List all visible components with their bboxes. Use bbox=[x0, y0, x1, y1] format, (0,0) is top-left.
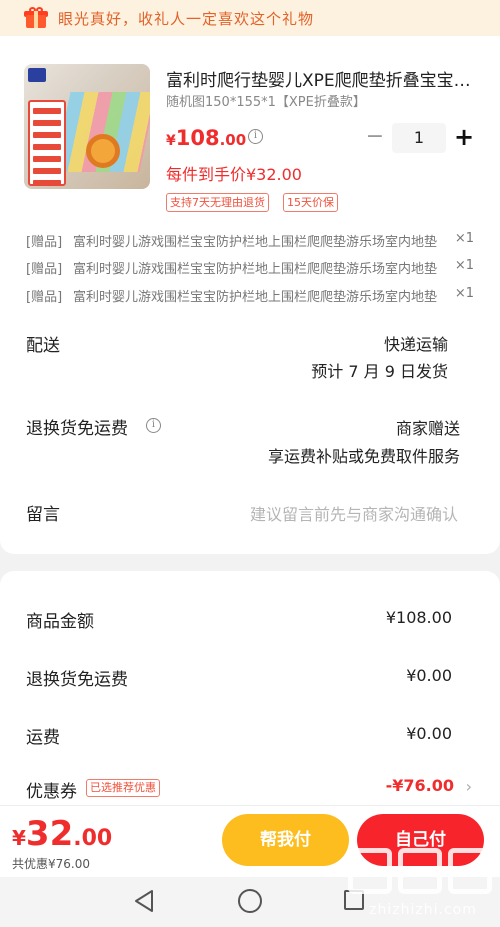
quantity-stepper: − 1 + bbox=[364, 123, 476, 153]
gift-count: ×1 bbox=[454, 286, 474, 301]
gift-item[interactable]: [赠品] 富利时婴儿游戏围栏宝宝防护栏地上围栏爬爬垫游乐场室内地垫 ×1 bbox=[26, 286, 478, 306]
price-info-icon[interactable]: i bbox=[248, 129, 263, 144]
goods-amount-value: ¥108.00 bbox=[385, 608, 452, 627]
delivery-method[interactable]: 快递运输 bbox=[384, 331, 448, 355]
gift-name: 富利时婴儿游戏围栏宝宝防护栏地上围栏爬爬垫游乐场室内地垫 bbox=[73, 262, 438, 277]
increase-button[interactable]: + bbox=[452, 123, 476, 153]
coupon-label: 优惠券 bbox=[26, 782, 77, 802]
gift-prefix: [赠品] bbox=[26, 262, 63, 277]
delivery-estimate: 预计 7 月 9 日发货 bbox=[311, 362, 448, 381]
gift-count: ×1 bbox=[454, 258, 474, 273]
return-policy-tag: 支持7天无理由退货 bbox=[166, 193, 269, 212]
return-shipping-value: 商家赠送 bbox=[395, 419, 460, 438]
gift-banner: 眼光真好，收礼人一定喜欢这个礼物 bbox=[0, 0, 500, 36]
per-item-final-price: 每件到手价¥32.00 bbox=[166, 165, 302, 184]
price-currency: ¥ bbox=[166, 133, 176, 149]
coupon-value[interactable]: -¥76.00 bbox=[386, 776, 454, 795]
price-decimal: .00 bbox=[219, 131, 247, 149]
total-integer: 32 bbox=[25, 814, 74, 854]
message-input[interactable]: 建议留言前先与商家沟通确认 bbox=[250, 501, 458, 525]
product-price: ¥108.00 bbox=[166, 126, 246, 150]
gift-name: 富利时婴儿游戏围栏宝宝防护栏地上围栏爬爬垫游乐场室内地垫 bbox=[73, 290, 438, 305]
product-title[interactable]: 富利时爬行垫婴儿XPE爬爬垫折叠宝宝家用拼接爬行垫 bbox=[166, 66, 472, 91]
help-me-pay-button[interactable]: 帮我付 bbox=[222, 814, 349, 866]
order-item-card: 富利时爬行垫婴儿XPE爬爬垫折叠宝宝家用拼接爬行垫 随机图150*155*1【X… bbox=[0, 36, 500, 554]
return-shipping-info-icon[interactable]: i bbox=[146, 418, 161, 433]
return-shipping-label: 退换货免运费 bbox=[26, 419, 128, 439]
gift-icon bbox=[24, 7, 48, 29]
gift-prefix: [赠品] bbox=[26, 290, 63, 305]
watermark-text: zhizhizhi.com bbox=[369, 902, 477, 918]
product-image[interactable] bbox=[24, 64, 150, 189]
chevron-right-icon[interactable]: › bbox=[466, 777, 472, 796]
gift-prefix: [赠品] bbox=[26, 235, 63, 250]
total-decimal: .00 bbox=[73, 826, 113, 851]
coupon-recommend-tag: 已选推荐优惠 bbox=[86, 779, 160, 797]
watermark-logo bbox=[348, 848, 498, 894]
banner-text: 眼光真好，收礼人一定喜欢这个礼物 bbox=[58, 9, 315, 28]
gift-item[interactable]: [赠品] 富利时婴儿游戏围栏宝宝防护栏地上围栏爬爬垫游乐场室内地垫 ×1 bbox=[26, 231, 478, 251]
gift-name: 富利时婴儿游戏围栏宝宝防护栏地上围栏爬爬垫游乐场室内地垫 bbox=[73, 235, 438, 250]
back-icon[interactable] bbox=[133, 889, 155, 913]
product-spec[interactable]: 随机图150*155*1【XPE折叠款】 bbox=[166, 91, 366, 110]
quantity-input[interactable]: 1 bbox=[392, 123, 446, 153]
gift-item[interactable]: [赠品] 富利时婴儿游戏围栏宝宝防护栏地上围栏爬爬垫游乐场室内地垫 ×1 bbox=[26, 258, 478, 278]
home-icon[interactable] bbox=[238, 889, 262, 913]
site-watermark: zhizhizhi.com bbox=[348, 818, 498, 924]
goods-amount-label: 商品金额 bbox=[26, 612, 94, 632]
message-label: 留言 bbox=[26, 505, 60, 525]
total-currency: ¥ bbox=[12, 826, 26, 850]
decrease-button[interactable]: − bbox=[364, 123, 386, 153]
total-discount: 共优惠¥76.00 bbox=[12, 857, 90, 871]
freight-value: ¥0.00 bbox=[406, 724, 452, 743]
return-shipping-detail: 享运费补贴或免费取件服务 bbox=[267, 447, 460, 466]
total-price: ¥32.00 bbox=[12, 814, 112, 854]
return-fee-label: 退换货免运费 bbox=[26, 670, 128, 690]
return-fee-value: ¥0.00 bbox=[406, 666, 452, 685]
freight-label: 运费 bbox=[26, 728, 60, 748]
delivery-label: 配送 bbox=[26, 336, 60, 356]
price-integer: 108 bbox=[175, 126, 220, 150]
gift-count: ×1 bbox=[454, 231, 474, 246]
price-protect-tag: 15天价保 bbox=[283, 193, 338, 212]
